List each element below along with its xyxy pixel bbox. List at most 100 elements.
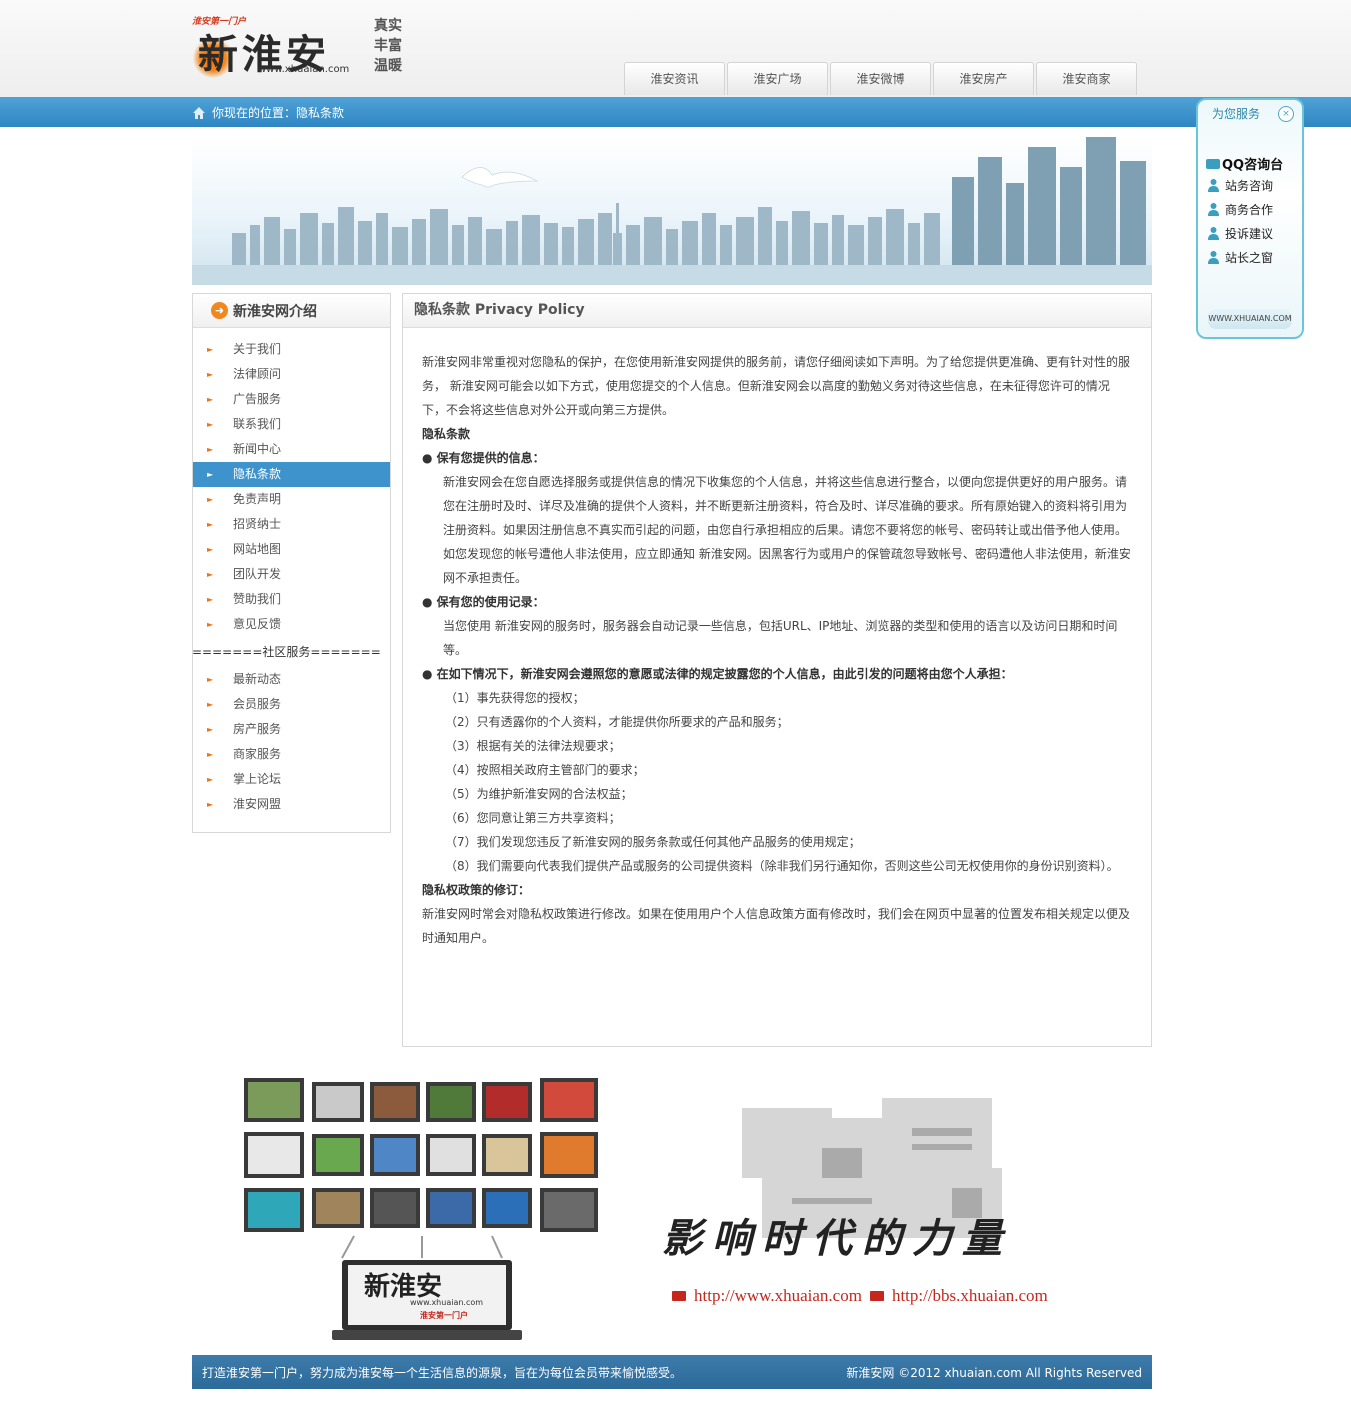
sidebar-item-label: 新闻中心 — [233, 442, 282, 456]
home-icon[interactable] — [192, 106, 206, 120]
laptop-icon — [672, 1291, 686, 1301]
community-divider: =======社区服务======= — [192, 645, 381, 659]
bullet-arrow-icon: ► — [207, 570, 214, 579]
sidebar-item-mobile-forum[interactable]: ► 掌上论坛 — [193, 767, 390, 792]
arrow-right-icon: ➜ — [211, 302, 228, 319]
sidebar-item-ads[interactable]: ► 广告服务 — [193, 387, 390, 412]
sidebar-item-disclaimer[interactable]: ► 免责声明 — [193, 487, 390, 512]
sidebar-item-newscenter[interactable]: ► 新闻中心 — [193, 437, 390, 462]
bullet-arrow-icon: ► — [207, 620, 214, 629]
bullet-title-usage-records: ● 保有您的使用记录： — [422, 595, 545, 609]
disclosure-item: （5）为维护新淮安网的合法权益； — [445, 787, 633, 801]
nav-tab-merchants[interactable]: 淮安商家 — [1036, 62, 1137, 95]
sidebar-item-jobs[interactable]: ► 招贤纳士 — [193, 512, 390, 537]
nav-tab-realestate[interactable]: 淮安房产 — [933, 62, 1034, 95]
sidebar-header: ➜ 新淮安网介绍 — [193, 294, 390, 328]
sidebar-item-sitemap[interactable]: ► 网站地图 — [193, 537, 390, 562]
sidebar-item-label: 掌上论坛 — [233, 772, 282, 786]
sidebar-item-label: 淮安网盟 — [233, 797, 282, 811]
sidebar-item-business[interactable]: ► 商家服务 — [193, 742, 390, 767]
bullet-text-usage-records: 当您使用 新淮安网的服务时，服务器会自动记录一些信息，包括URL、IP地址、浏览… — [443, 619, 1118, 657]
sidebar-item-feedback[interactable]: ► 意见反馈 — [193, 612, 390, 637]
service-float-panel: 为您服务 × QQ咨询台 站务咨询 商务合作 投诉建议 站长之窗 WWW.XHU… — [1196, 98, 1304, 339]
float-item-cooperation[interactable]: 商务合作 — [1198, 197, 1302, 221]
skyline-graphic — [192, 137, 1152, 285]
sidebar-item-legal[interactable]: ► 法律顾问 — [193, 362, 390, 387]
bullet-arrow-icon: ► — [207, 545, 214, 554]
city-skyline-banner — [192, 137, 1152, 285]
bullet-arrow-icon: ► — [207, 395, 214, 404]
revision-title: 隐私权政策的修订： — [422, 883, 531, 897]
sidebar-item-about[interactable]: ► 关于我们 — [193, 337, 390, 362]
sidebar-list: ► 关于我们 ► 法律顾问 ► 广告服务 ► 联系我们 ► 新闻中心 ► 隐私条款 ► 免责声… — [193, 337, 390, 637]
main-nav: 淮安资讯 淮安广场 淮安微博 淮安房产 淮安商家 — [624, 62, 1139, 97]
float-item-label: 站长之窗 — [1225, 250, 1274, 265]
promo-banner: 新淮安 www.xhuaian.com 淮安第一门户 影响时代的力量 http:… — [192, 1068, 1152, 1348]
sidebar-item-housing[interactable]: ► 房产服务 — [193, 717, 390, 742]
header-slogan: 真实 丰富 温暖 — [374, 18, 402, 74]
bullet-arrow-icon: ► — [207, 700, 214, 709]
revision-text: 新淮安网时常会对隐私权政策进行修改。如果在使用用户个人信息政策方面有修改时，我们… — [422, 907, 1131, 945]
sidebar-item-label: 关于我们 — [233, 342, 282, 356]
sidebar-item-label: 免责声明 — [233, 492, 282, 506]
sidebar-item-alliance[interactable]: ► 淮安网盟 — [193, 792, 390, 817]
disclosure-item: （6）您同意让第三方共享资料； — [445, 811, 621, 825]
float-item-label: 站务咨询 — [1225, 178, 1274, 193]
float-item-site-affairs[interactable]: 站务咨询 — [1198, 173, 1302, 197]
sidebar-item-label: 房产服务 — [233, 722, 282, 736]
sidebar-item-label: 团队开发 — [233, 567, 282, 581]
sidebar: ➜ 新淮安网介绍 ► 关于我们 ► 法律顾问 ► 广告服务 ► 联系我们 ► 新闻中心 ►… — [192, 293, 391, 833]
nav-tab-square[interactable]: 淮安广场 — [727, 62, 828, 95]
float-item-label: 商务合作 — [1225, 202, 1274, 217]
community-list: ► 最新动态 ► 会员服务 ► 房产服务 ► 商家服务 ► 掌上论坛 ► 淮安网盟 — [193, 667, 390, 817]
float-panel-title: 为您服务 — [1212, 107, 1261, 121]
sidebar-item-label: 会员服务 — [233, 697, 282, 711]
section-title: 隐私条款 — [422, 427, 471, 441]
page-title: 隐私条款 Privacy Policy — [403, 294, 1151, 328]
bullet-arrow-icon: ► — [207, 445, 214, 454]
laptop-logo-tagline: 淮安第一门户 — [420, 1311, 468, 1320]
person-icon — [1208, 227, 1219, 240]
close-icon[interactable]: × — [1278, 106, 1294, 122]
banner-url-bbs[interactable]: http://bbs.xhuaian.com — [892, 1286, 1048, 1306]
bullet-title-disclosure: ● 在如下情况下，新淮安网会遵照您的意愿或法律的规定披露您的个人信息，由此引发的… — [422, 667, 1013, 681]
sidebar-item-label: 意见反馈 — [233, 617, 282, 631]
sidebar-item-label: 隐私条款 — [233, 467, 282, 481]
nav-tab-news[interactable]: 淮安资讯 — [624, 62, 725, 95]
bullet-arrow-icon: ► — [207, 420, 214, 429]
nav-tab-weibo[interactable]: 淮安微博 — [830, 62, 931, 95]
sidebar-item-contact[interactable]: ► 联系我们 — [193, 412, 390, 437]
bullet-title-provided-info: ● 保有您提供的信息： — [422, 451, 545, 465]
person-icon — [1208, 179, 1219, 192]
sidebar-item-sponsor[interactable]: ► 赞助我们 — [193, 587, 390, 612]
bullet-arrow-icon: ► — [207, 345, 214, 354]
logo-url: www.xhuaian.com — [258, 64, 350, 75]
sidebar-item-latest[interactable]: ► 最新动态 — [193, 667, 390, 692]
site-logo[interactable]: 淮安第一门户 新淮安 www.xhuaian.com 真实 丰富 温暖 — [192, 14, 412, 80]
bullet-arrow-icon: ► — [207, 520, 214, 529]
bullet-text-provided-info: 新淮安网会在您自愿选择服务或提供信息的情况下收集您的个人信息，并将这些信息进行整… — [443, 475, 1131, 585]
bullet-arrow-icon: ► — [207, 800, 214, 809]
person-icon — [1208, 203, 1219, 216]
sidebar-item-label: 联系我们 — [233, 417, 282, 431]
breadcrumb-text: 你现在的位置：隐私条款 — [212, 106, 345, 120]
sidebar-item-privacy[interactable]: ► 隐私条款 — [193, 462, 390, 487]
footer-slogan: 打造淮安第一门户，努力成为淮安每一个生活信息的源泉，旨在为每位会员带来愉悦感受。 — [202, 1366, 683, 1380]
bullet-arrow-icon: ► — [207, 370, 214, 379]
sidebar-item-label: 商家服务 — [233, 747, 282, 761]
site-footer: 打造淮安第一门户，努力成为淮安每一个生活信息的源泉，旨在为每位会员带来愉悦感受。… — [192, 1355, 1152, 1389]
sidebar-item-label: 广告服务 — [233, 392, 282, 406]
sidebar-item-label: 招贤纳士 — [233, 517, 282, 531]
banner-slogan: 影响时代的力量 — [662, 1215, 1012, 1262]
policy-content: 新淮安网非常重视对您隐私的保护，在您使用新淮安网提供的服务前，请您仔细阅读如下声… — [403, 328, 1151, 950]
sidebar-item-label: 最新动态 — [233, 672, 282, 686]
banner-url-main[interactable]: http://www.xhuaian.com — [694, 1286, 862, 1306]
sidebar-item-label: 网站地图 — [233, 542, 282, 556]
bullet-arrow-icon: ► — [207, 725, 214, 734]
sidebar-item-members[interactable]: ► 会员服务 — [193, 692, 390, 717]
sidebar-item-team[interactable]: ► 团队开发 — [193, 562, 390, 587]
disclosure-item: （7）我们发现您违反了新淮安网的服务条款或任何其他产品服务的使用规定； — [445, 835, 861, 849]
float-item-webmaster[interactable]: 站长之窗 — [1198, 245, 1302, 269]
float-item-complaints[interactable]: 投诉建议 — [1198, 221, 1302, 245]
sidebar-item-label: 赞助我们 — [233, 592, 282, 606]
